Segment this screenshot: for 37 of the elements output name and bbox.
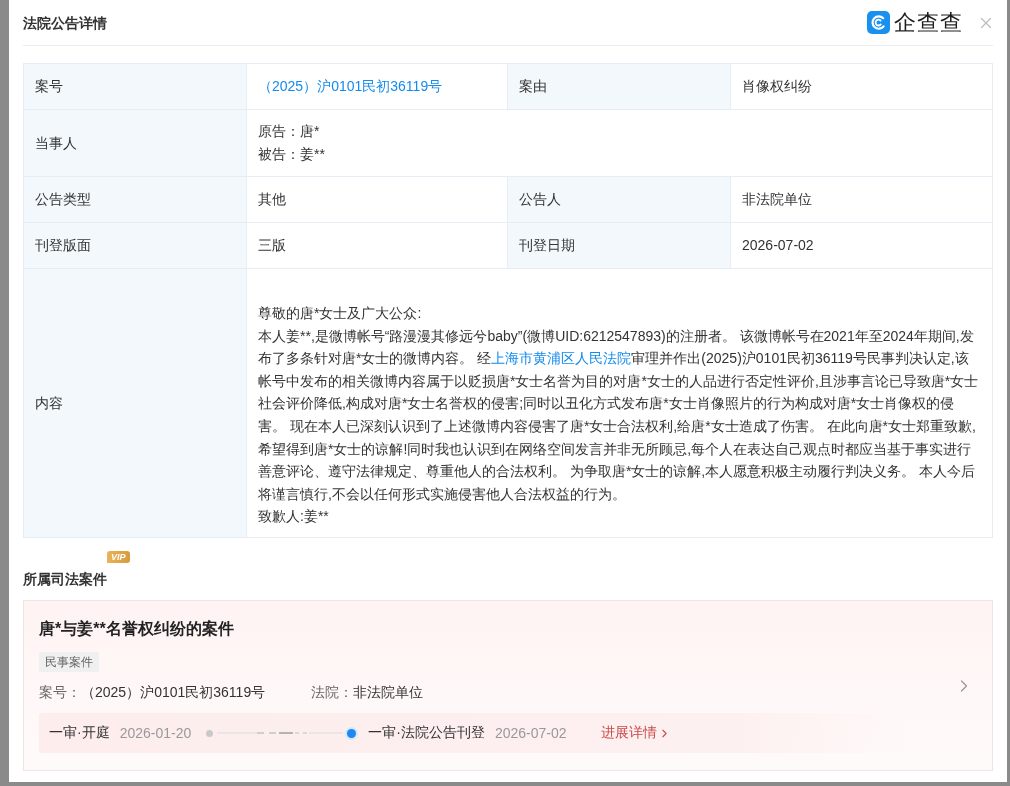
salutation-text: 尊敬的唐*女士及广大公众:	[258, 304, 423, 324]
stage-date: 2026-07-02	[494, 725, 567, 741]
case-type-tag: 民事案件	[39, 652, 99, 672]
table-label-cell: 刊登日期	[508, 223, 731, 269]
case-title: 唐*与姜**名誉权纠纷的案件	[39, 619, 234, 639]
field-label: 案号：	[39, 683, 81, 702]
table-label-cell: 当事人	[24, 110, 247, 177]
table-label-cell: 案由	[508, 64, 731, 110]
table-cell: 非法院单位	[731, 177, 993, 223]
section-title: 所属司法案件	[23, 570, 107, 589]
table-label-cell: 刊登版面	[24, 223, 247, 269]
vip-badge: VIP	[107, 551, 130, 563]
field-label: 法院：	[311, 683, 354, 702]
case-number-link[interactable]: （2025）沪0101民初36119号	[258, 75, 443, 98]
field-value: （2025）沪0101民初36119号	[81, 683, 266, 702]
stage-date: 2026-01-20	[119, 725, 192, 741]
table-label-cell: 公告人	[508, 177, 731, 223]
signature-text: 致歉人:姜**	[258, 507, 330, 527]
party-text: 原告：唐*	[258, 122, 320, 141]
table-label-cell: 公告类型	[24, 177, 247, 223]
table-label-cell: 案号	[24, 64, 247, 110]
notice-body-text: 本人姜**,是微博帐号“路漫漫其修远兮baby”(微博UID:6212547893)的注册者。 该微博帐号在2021年至2024年期间,发布了多条针对唐*女士的微博内容。 经上海市黄浦区人民法院审理并作出(2025)沪0101民初36119号民事判决认定,该帐号中发布的相关微博内容属于以贬损唐*女士名誉为目的对唐*女士的人品进行否定性评价,且涉事言论已导致唐*女士社会评价降低,构成对唐*女士名誉权的侵害;同时以丑化方式发布唐*女士肖像照片的行为构成对唐*女士肖像权的侵害。 现在本人已深刻认识到了上述微博内容侵害了唐*女士合法权利,给唐*女士造成了伤害。 在此向唐*女士郑重致歉,希望得到唐*女士的谅解!同时我也认识到在网络空间发言并非无所顾忌,每个人在表达自己观点时都应当基于事实进行善意评论、遵守法律规定、尊重他人的合法权利。 为争取唐*女士的谅解,本人愿意积极主动履行判决义务。 本人今后将谨言慎行,不会以任何形式实施侵害他人合法权益的行为。	[258, 326, 980, 504]
dialog-title: 法院公告详情	[23, 13, 107, 33]
stage-text: 一审·法院公告刊登	[368, 724, 485, 742]
table-cell: 其他	[247, 177, 508, 223]
case-card[interactable]: 唐*与姜**名誉权纠纷的案件 民事案件 案号：（2025）沪0101民初36119号 法院：非法院单位 一审·开庭 2026-01-20 一审·法院公告刊登 2026-07-02 进展详情	[23, 600, 993, 771]
court-link[interactable]: 上海市黄浦区人民法院	[491, 350, 632, 367]
party-text: 被告：姜**	[258, 145, 325, 164]
table-cell: 肖像权纠纷	[731, 64, 993, 110]
field-value: 非法院单位	[353, 683, 424, 702]
progress-details-link[interactable]: 进展详情	[600, 724, 671, 742]
table-cell: 三版	[247, 223, 508, 269]
table-cell: 2026-07-02	[731, 223, 993, 269]
brand-name: 企查查	[894, 9, 963, 36]
stage-text: 一审·开庭	[49, 724, 110, 742]
logo-icon	[867, 11, 890, 34]
table-label-cell: 内容	[24, 269, 247, 538]
